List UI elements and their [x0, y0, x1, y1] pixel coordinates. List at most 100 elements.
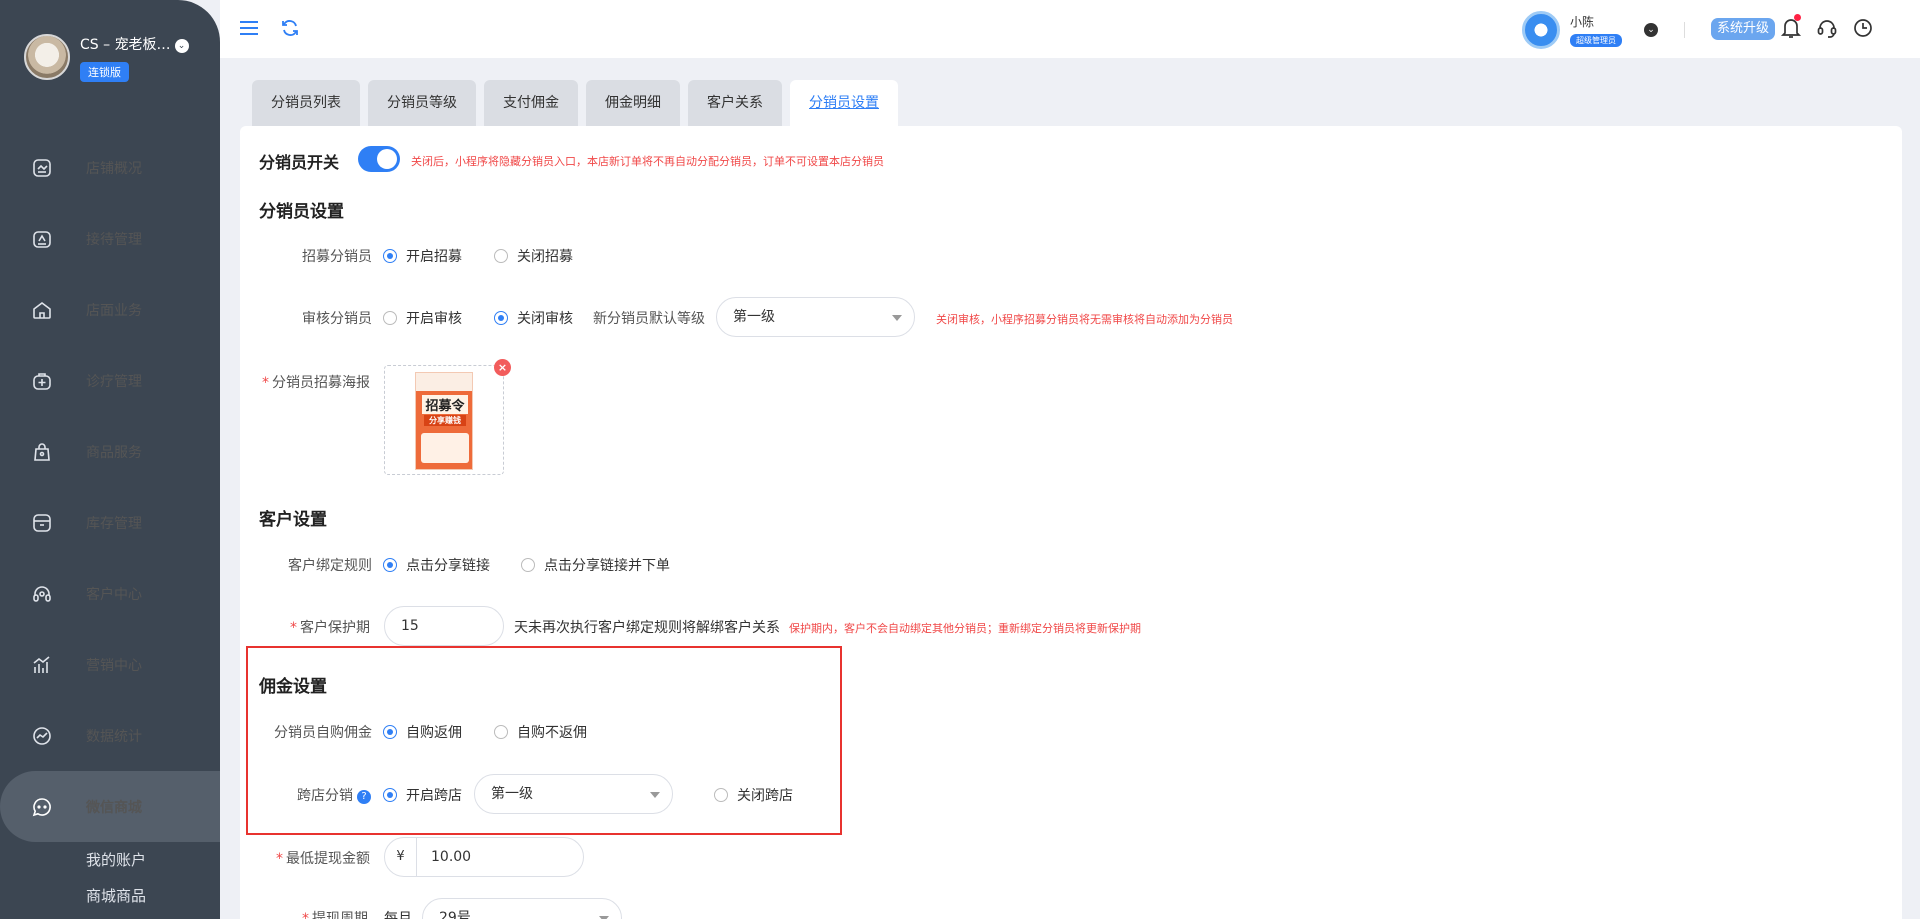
chevron-down-icon[interactable]: ⌄: [174, 39, 189, 53]
default-level-label: 新分销员默认等级: [593, 311, 705, 327]
sidebar-item-label: 商品服务: [86, 444, 142, 461]
poster-title: 招募令: [422, 395, 468, 414]
required-mark: *: [302, 911, 309, 919]
binding-label: 客户绑定规则: [288, 558, 372, 574]
sidebar-item-marketing[interactable]: 营销中心: [0, 629, 220, 700]
self-purchase-no-rebate-radio[interactable]: 自购不返佣: [494, 722, 587, 742]
review-label: 审核分销员: [302, 311, 372, 327]
withdraw-cycle-label-text: 提现周期: [312, 911, 368, 919]
poster-card: [421, 433, 469, 463]
radio-icon: [714, 788, 728, 802]
help-icon[interactable]: ?: [357, 790, 371, 804]
headset-icon[interactable]: [1816, 17, 1838, 39]
self-purchase-rebate-radio[interactable]: 自购返佣: [383, 722, 462, 742]
poster-label: * 分销员招募海报: [262, 372, 370, 392]
required-mark: *: [276, 851, 283, 867]
store-switcher[interactable]: CS – 宠老板… ⌄ 连锁版: [22, 32, 212, 90]
avatar: [24, 34, 70, 80]
sidebar-item-medical[interactable]: 诊疗管理: [0, 345, 220, 416]
option-label: 点击分享链接: [406, 558, 490, 574]
option-label: 点击分享链接并下单: [544, 558, 670, 574]
sidebar-item-label: 店铺概况: [86, 160, 142, 177]
clock-icon[interactable]: [1852, 17, 1874, 39]
sidebar-item-label: 数据统计: [86, 728, 142, 745]
sidebar-item-inventory[interactable]: 库存管理: [0, 487, 220, 558]
min-withdraw-value: 10.00: [431, 849, 472, 865]
trend-icon: [33, 726, 51, 745]
delete-poster-icon[interactable]: ×: [494, 359, 511, 376]
option-label: 开启招募: [406, 249, 462, 265]
tab-commission-detail[interactable]: 佣金明细: [586, 80, 680, 126]
binding-click-link-radio[interactable]: 点击分享链接: [383, 555, 490, 575]
sidebar-item-products[interactable]: 商品服务: [0, 416, 220, 487]
min-withdraw-label: * 最低提现金额: [276, 848, 370, 868]
sidebar-subitem-my-account[interactable]: 我的账户: [0, 842, 220, 878]
option-label: 关闭跨店: [737, 788, 793, 804]
radio-icon: [383, 311, 397, 325]
distributor-switch[interactable]: [358, 146, 400, 172]
sidebar-item-label: 诊疗管理: [86, 373, 142, 390]
headset-icon: [33, 585, 51, 602]
sidebar-menu: 店铺概况 接待管理 店面业务 诊疗管理 商品服务 库存管理 客户中心 营销中心: [0, 132, 220, 914]
option-label: 关闭审核: [517, 311, 573, 327]
plan-badge: 连锁版: [80, 62, 129, 82]
required-mark: *: [262, 375, 269, 391]
cross-store-open-radio[interactable]: 开启跨店: [383, 785, 462, 805]
min-withdraw-label-text: 最低提现金额: [286, 851, 370, 867]
sidebar-item-statistics[interactable]: 数据统计: [0, 700, 220, 771]
tab-distributor-list[interactable]: 分销员列表: [252, 80, 360, 126]
chart-monitor-icon: [33, 158, 51, 177]
min-withdraw-input[interactable]: ¥10.00: [384, 837, 584, 877]
tab-distributor-level[interactable]: 分销员等级: [368, 80, 476, 126]
currency-symbol: ¥: [385, 838, 417, 876]
cross-store-level-select[interactable]: 第一级: [474, 774, 673, 814]
sidebar-subitem-mall-products[interactable]: 商城商品: [0, 878, 220, 914]
medical-kit-icon: [33, 372, 51, 390]
review-close-radio[interactable]: 关闭审核: [494, 308, 573, 328]
review-hint: 关闭审核，小程序招募分销员将无需审核将自动添加为分销员: [936, 313, 1233, 326]
option-label: 关闭招募: [517, 249, 573, 265]
binding-click-order-radio[interactable]: 点击分享链接并下单: [521, 555, 670, 575]
sidebar-item-wechat-mall[interactable]: 微信商城: [0, 771, 220, 842]
recruit-open-radio[interactable]: 开启招募: [383, 246, 462, 266]
poster-upload[interactable]: 招募令 分享赚钱: [384, 365, 504, 475]
self-purchase-label: 分销员自购佣金: [274, 725, 372, 741]
caret-down-icon: [892, 315, 902, 321]
sidebar-item-label: 店面业务: [86, 302, 142, 319]
section-title-commission: 佣金设置: [259, 677, 327, 697]
section-title-distributor: 分销员设置: [259, 202, 344, 222]
cross-store-label-text: 跨店分销: [297, 788, 353, 804]
protect-days-input[interactable]: 15: [384, 606, 504, 646]
cross-store-close-radio[interactable]: 关闭跨店: [714, 785, 793, 805]
chevron-down-icon[interactable]: ⌄: [1644, 23, 1658, 37]
sidebar-item-label: 接待管理: [86, 231, 142, 248]
house-icon: [33, 301, 51, 319]
protect-suffix: 天未再次执行客户绑定规则将解绑客户关系: [514, 620, 780, 636]
tab-distributor-settings[interactable]: 分销员设置: [790, 80, 898, 126]
option-label: 开启跨店: [406, 788, 462, 804]
tab-pay-commission[interactable]: 支付佣金: [484, 80, 578, 126]
refresh-icon[interactable]: [280, 18, 300, 38]
review-open-radio[interactable]: 开启审核: [383, 308, 462, 328]
sidebar-item-label: 营销中心: [86, 657, 142, 674]
menu-icon[interactable]: [238, 17, 260, 39]
protect-label: * 客户保护期: [290, 617, 370, 637]
tab-customer-relation[interactable]: 客户关系: [688, 80, 782, 126]
sidebar-item-store-business[interactable]: 店面业务: [0, 274, 220, 345]
system-upgrade-button[interactable]: 系统升级: [1711, 18, 1776, 40]
notification-dot: [1794, 14, 1801, 21]
user-avatar[interactable]: [1522, 11, 1560, 49]
caret-down-icon: [650, 792, 660, 798]
radio-icon: [383, 249, 397, 263]
withdraw-cycle-label: * 提现周期: [302, 908, 368, 919]
user-name: 小陈: [1570, 15, 1595, 29]
sidebar-item-store-overview[interactable]: 店铺概况: [0, 132, 220, 203]
withdraw-cycle-select[interactable]: 29号: [422, 898, 622, 919]
sidebar-item-reception[interactable]: 接待管理: [0, 203, 220, 274]
sidebar-item-customers[interactable]: 客户中心: [0, 558, 220, 629]
default-level-select[interactable]: 第一级: [716, 297, 915, 337]
option-label: 自购返佣: [406, 725, 462, 741]
option-label: 开启审核: [406, 311, 462, 327]
sidebar-item-label: 库存管理: [86, 515, 142, 532]
recruit-close-radio[interactable]: 关闭招募: [494, 246, 573, 266]
